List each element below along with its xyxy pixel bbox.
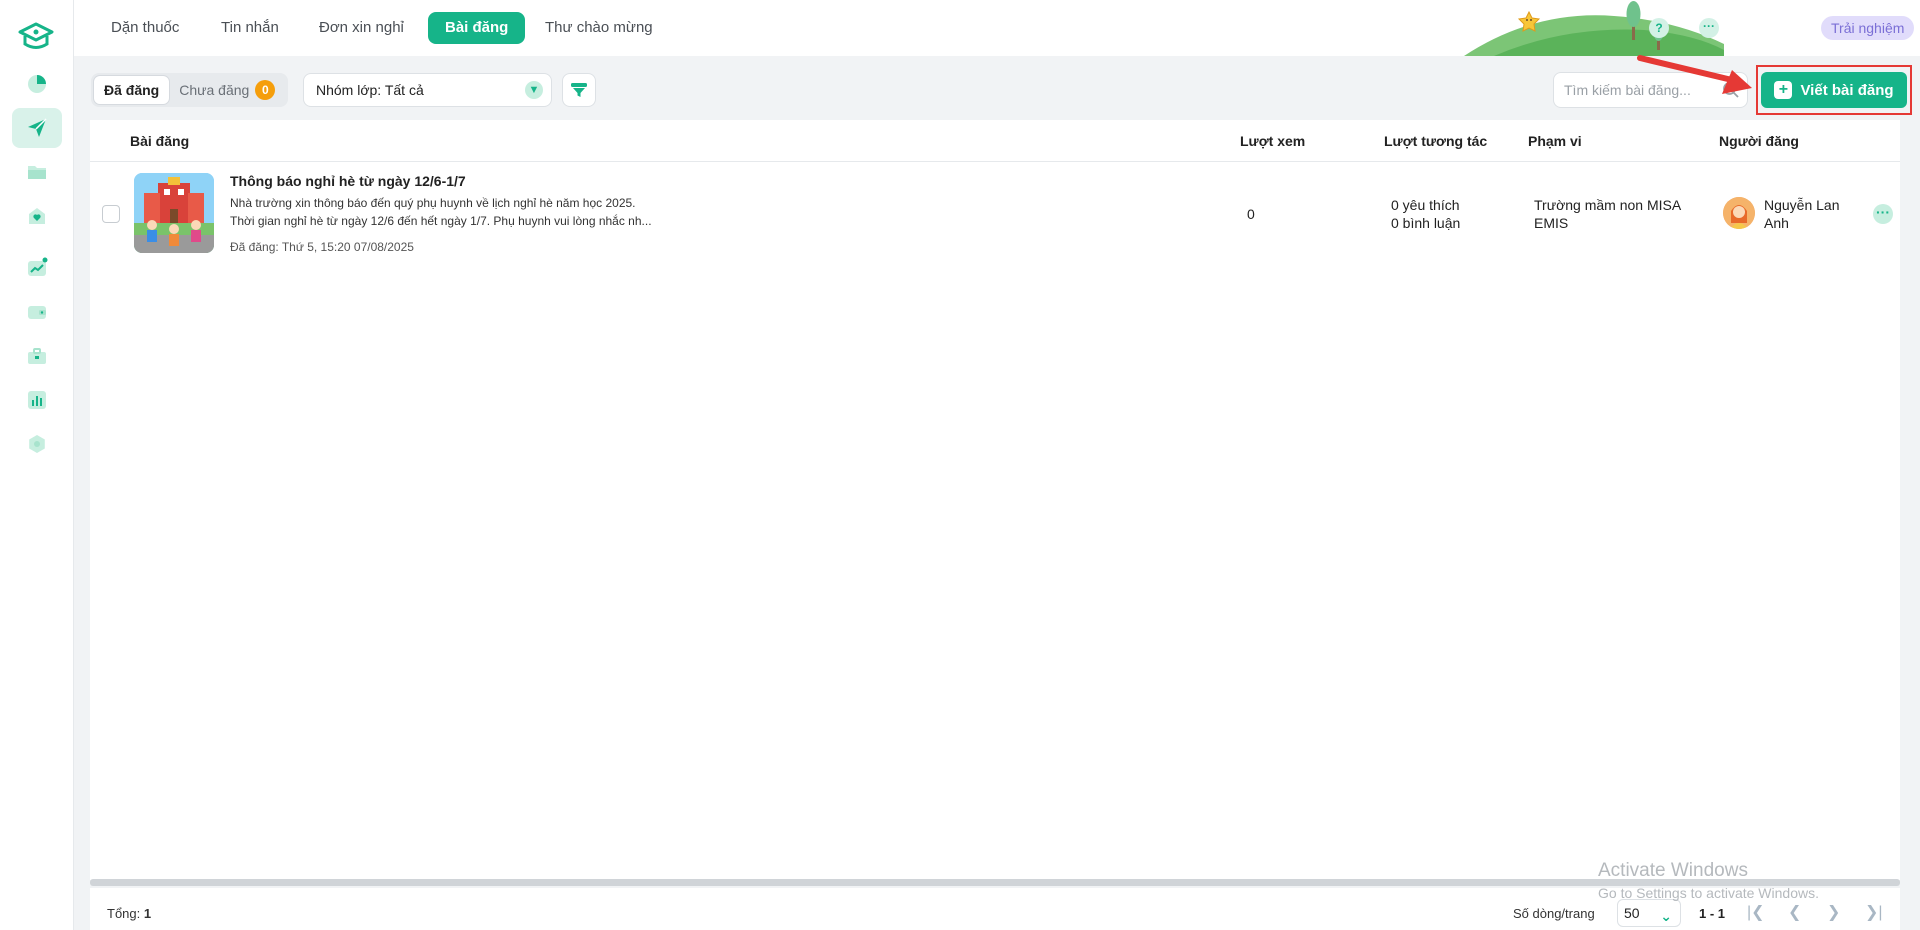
- sidebar-item-assets[interactable]: [12, 336, 62, 376]
- last-page-icon[interactable]: ❯|: [1865, 902, 1883, 922]
- scope-line2: EMIS: [1534, 215, 1569, 231]
- views-count: 0: [1247, 206, 1255, 222]
- sidebar-item-statistics[interactable]: [12, 248, 62, 288]
- total-value: 1: [143, 906, 152, 921]
- post-thumbnail[interactable]: [134, 173, 214, 253]
- sidebar-item-settings[interactable]: [12, 424, 62, 464]
- scope-line1: Trường mầm non MISA: [1534, 197, 1682, 213]
- folder-icon: [28, 166, 46, 179]
- write-post-label: Viết bài đăng: [1800, 81, 1894, 99]
- send-icon: [28, 118, 47, 137]
- column-interactions[interactable]: Lượt tương tác: [1384, 133, 1487, 149]
- plus-icon: +: [1774, 81, 1793, 99]
- row-more-button[interactable]: ···: [1873, 204, 1893, 224]
- tab-messages[interactable]: Tin nhắn: [204, 12, 296, 44]
- prev-page-icon[interactable]: ❮: [1788, 902, 1801, 922]
- tab-leave-requests[interactable]: Đơn xin nghỉ: [302, 12, 421, 44]
- table-row[interactable]: Thông báo nghỉ hè từ ngày 12/6-1/7 Nhà t…: [90, 163, 1900, 263]
- draft-tab-label: Chưa đăng: [179, 82, 250, 98]
- school-image-icon: [134, 173, 214, 253]
- published-tab-label: Đã đăng: [104, 82, 160, 98]
- comments-count: 0 bình luận: [1391, 215, 1461, 231]
- top-bar: Dặn thuốc Tin nhắn Đơn xin nghỉ Bài đăng…: [74, 0, 1920, 56]
- rows-per-page-label: Số dòng/trang: [1513, 906, 1595, 921]
- first-page-icon[interactable]: |❮: [1747, 902, 1765, 922]
- draft-count-badge: 0: [255, 80, 276, 100]
- app-logo-icon[interactable]: [17, 18, 55, 56]
- row-checkbox[interactable]: [102, 205, 120, 223]
- chart-pie-icon: [28, 75, 46, 93]
- page-range: 1 - 1: [1699, 906, 1726, 921]
- column-views[interactable]: Lượt xem: [1240, 133, 1305, 149]
- post-excerpt-line2: Thời gian nghỉ hè từ ngày 12/6 đến hết n…: [230, 214, 652, 228]
- sidebar-item-dashboard[interactable]: [12, 64, 62, 104]
- wallet-icon: [28, 306, 46, 319]
- column-scope[interactable]: Phạm vi: [1528, 133, 1582, 149]
- author-name-line1: Nguyễn Lan: [1764, 197, 1840, 213]
- published-tab[interactable]: Đã đăng: [94, 76, 170, 104]
- write-post-button[interactable]: + Viết bài đăng: [1761, 72, 1907, 108]
- class-group-select[interactable]: Nhóm lớp: Tất cả ▼: [303, 73, 552, 107]
- rows-per-page-select[interactable]: 50 ⌄: [1617, 899, 1681, 927]
- draft-tab[interactable]: Chưa đăng 0: [169, 76, 285, 104]
- briefcase-icon: [28, 348, 46, 364]
- table-header: Bài đăng Lượt xem Lượt tương tác Phạm vi…: [90, 120, 1900, 162]
- settings-icon: [29, 435, 45, 453]
- author-avatar: [1723, 197, 1755, 229]
- windows-activation-subtitle: Go to Settings to activate Windows.: [1598, 885, 1819, 901]
- windows-activation-title: Activate Windows: [1598, 860, 1748, 881]
- health-icon: [29, 208, 45, 224]
- post-excerpt-line1: Nhà trường xin thông báo đến quý phụ huy…: [230, 196, 636, 210]
- sidebar-item-finance[interactable]: [12, 292, 62, 332]
- publish-status-toggle: Đã đăng Chưa đăng 0: [91, 73, 289, 107]
- trend-icon: [28, 257, 48, 276]
- sidebar-item-reports[interactable]: [12, 380, 62, 420]
- decorative-hill-icon: [1464, 1, 1724, 56]
- post-title[interactable]: Thông báo nghỉ hè từ ngày 12/6-1/7: [230, 173, 466, 189]
- total-count: Tổng: 1: [107, 906, 151, 921]
- sidebar-item-documents[interactable]: [12, 152, 62, 192]
- posts-table: Bài đăng Lượt xem Lượt tương tác Phạm vi…: [90, 120, 1900, 880]
- author-avatar-icon: [1723, 197, 1755, 229]
- class-group-select-value: Nhóm lớp: Tất cả: [316, 82, 424, 98]
- trial-button[interactable]: Trải nghiệm: [1821, 16, 1915, 40]
- likes-count: 0 yêu thích: [1391, 197, 1460, 213]
- author-name-line2: Anh: [1764, 215, 1789, 231]
- sidebar: [0, 0, 74, 930]
- sidebar-item-communication[interactable]: [12, 108, 62, 148]
- tab-welcome-letters[interactable]: Thư chào mừng: [528, 12, 670, 44]
- next-page-icon[interactable]: ❯: [1827, 902, 1840, 922]
- tab-posts[interactable]: Bài đăng: [428, 12, 526, 44]
- chevron-down-icon: ▼: [525, 81, 543, 99]
- filter-icon: [571, 83, 587, 97]
- post-date: Đã đăng: Thứ 5, 15:20 07/08/2025: [230, 240, 414, 254]
- rows-per-page-value: 50: [1624, 905, 1640, 921]
- column-author[interactable]: Người đăng: [1719, 133, 1799, 149]
- chevron-down-icon: ⌄: [1660, 908, 1672, 924]
- annotation-arrow-icon: [1637, 55, 1752, 94]
- more-button[interactable]: ···: [1699, 18, 1719, 38]
- filter-button[interactable]: [562, 73, 596, 107]
- tab-medicine[interactable]: Dặn thuốc: [94, 12, 196, 44]
- sidebar-item-health[interactable]: [12, 196, 62, 236]
- column-post[interactable]: Bài đăng: [130, 133, 189, 149]
- help-button[interactable]: ?: [1649, 18, 1669, 38]
- bar-chart-icon: [28, 391, 46, 409]
- total-label: Tổng:: [107, 906, 141, 921]
